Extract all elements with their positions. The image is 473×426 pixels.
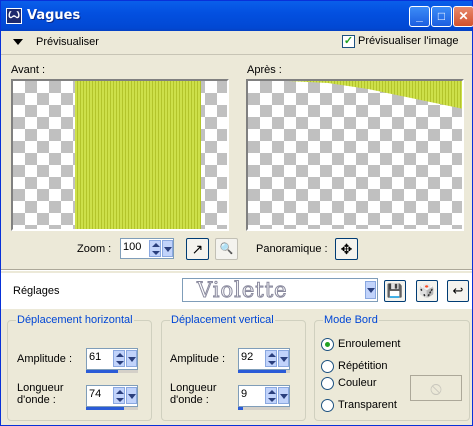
group-title: Mode Bord xyxy=(323,314,379,326)
after-stripe-image xyxy=(288,81,462,109)
vertical-displacement-group: Déplacement vertical Amplitude : 92 Long… xyxy=(161,314,306,421)
v-amplitude-value: 92 xyxy=(241,351,254,363)
group-title: Déplacement vertical xyxy=(170,314,275,326)
zoom-dropdown[interactable] xyxy=(162,240,173,257)
radio-label-color[interactable]: Couleur xyxy=(338,377,377,389)
zoom-input[interactable]: 100 xyxy=(120,238,174,259)
h-wavelength-spinner[interactable] xyxy=(113,387,125,404)
floppy-disk-icon: 💾 xyxy=(386,283,404,298)
h-amplitude-dropdown[interactable] xyxy=(126,350,137,367)
filter-dialog: Ꙍ Vagues _ □ ✕ Prévisualiser ✓ Prévisual… xyxy=(0,0,473,426)
radio-wrap[interactable] xyxy=(321,338,334,351)
zoom-value: 100 xyxy=(123,241,142,253)
preview-image-label[interactable]: Prévisualiser l'image xyxy=(358,35,459,47)
minimize-button[interactable]: _ xyxy=(409,6,430,27)
zoom-actual-button[interactable]: 🔍 xyxy=(215,238,238,260)
h-amplitude-input[interactable]: 61 xyxy=(86,348,138,370)
pan-button[interactable]: ✥ xyxy=(335,238,358,260)
h-wavelength-slider[interactable] xyxy=(86,407,138,410)
edge-color-swatch[interactable]: ⦸ xyxy=(410,375,462,401)
close-button[interactable]: ✕ xyxy=(453,6,473,27)
settings-label: Réglages xyxy=(13,285,60,297)
group-title: Déplacement horizontal xyxy=(16,314,134,326)
divider xyxy=(1,269,472,271)
preset-value: Violette xyxy=(197,278,288,303)
v-wavelength-dropdown[interactable] xyxy=(278,387,289,404)
radio-label-wrap[interactable]: Enroulement xyxy=(338,338,400,350)
preset-dropdown[interactable] xyxy=(365,281,376,299)
radio-color[interactable] xyxy=(321,377,334,390)
before-stripe-image xyxy=(75,81,201,229)
title-bar[interactable]: Ꙍ Vagues _ □ ✕ xyxy=(1,1,473,31)
h-wavelength-value: 74 xyxy=(89,388,102,400)
save-preset-button[interactable]: 💾 xyxy=(384,280,406,302)
v-wavelength-value: 9 xyxy=(241,388,248,400)
v-amplitude-spinner[interactable] xyxy=(265,350,277,367)
amplitude-label: Amplitude : xyxy=(17,353,73,365)
dice-icon: 🎲 xyxy=(418,283,436,298)
preview-toggle-label[interactable]: Prévisualiser xyxy=(36,36,99,48)
before-preview[interactable] xyxy=(11,79,229,231)
randomize-button[interactable]: 🎲 xyxy=(416,280,438,302)
window-title: Vagues xyxy=(27,8,81,23)
no-color-icon: ⦸ xyxy=(430,378,442,398)
wavelength-label-line1: Longueur xyxy=(170,382,217,394)
move-icon: ✥ xyxy=(340,241,353,257)
expand-icon: ↗ xyxy=(191,241,204,257)
horizontal-displacement-group: Déplacement horizontal Amplitude : 61 Lo… xyxy=(7,314,152,421)
h-amplitude-value: 61 xyxy=(89,351,102,363)
radio-repeat[interactable] xyxy=(321,360,334,373)
zoom-fit-button[interactable]: ↗ xyxy=(186,238,209,260)
after-label: Après : xyxy=(247,64,282,76)
pan-label: Panoramique : xyxy=(256,243,328,255)
v-wavelength-input[interactable]: 9 xyxy=(238,385,290,407)
h-amplitude-slider[interactable] xyxy=(86,370,138,373)
maximize-button[interactable]: □ xyxy=(431,6,452,27)
amplitude-label: Amplitude : xyxy=(170,353,226,365)
h-amplitude-spinner[interactable] xyxy=(113,350,125,367)
collapse-triangle-icon[interactable] xyxy=(13,39,23,45)
edge-mode-group: Mode Bord Enroulement Répétition Couleur… xyxy=(314,314,470,421)
v-amplitude-input[interactable]: 92 xyxy=(238,348,290,370)
preset-select[interactable]: Violette xyxy=(182,278,378,303)
h-wavelength-input[interactable]: 74 xyxy=(86,385,138,407)
paintshop-icon[interactable]: Ꙍ xyxy=(6,8,22,24)
preview-toggle-row: Prévisualiser ✓ Prévisualiser l'image xyxy=(1,31,472,55)
chevron-down-icon xyxy=(164,247,172,252)
after-preview[interactable] xyxy=(246,79,464,231)
h-wavelength-dropdown[interactable] xyxy=(126,387,137,404)
v-amplitude-dropdown[interactable] xyxy=(278,350,289,367)
wavelength-label-line2: d'onde : xyxy=(170,394,209,406)
zoom-spinner[interactable] xyxy=(149,240,161,257)
magnifier-icon: 🔍 xyxy=(219,243,234,255)
radio-label-transparent[interactable]: Transparent xyxy=(338,399,397,411)
v-wavelength-slider[interactable] xyxy=(238,407,290,410)
radio-label-repeat[interactable]: Répétition xyxy=(338,360,388,372)
settings-bar: Réglages Violette 💾 🎲 ↩ xyxy=(1,273,472,309)
wavelength-label-line1: Longueur xyxy=(17,382,64,394)
radio-transparent[interactable] xyxy=(321,399,334,412)
v-amplitude-slider[interactable] xyxy=(238,370,290,373)
wavelength-label-line2: d'onde : xyxy=(17,394,56,406)
zoom-label: Zoom : xyxy=(77,243,112,255)
preview-image-checkbox[interactable]: ✓ xyxy=(342,35,355,48)
undo-arrow-icon: ↩ xyxy=(452,283,464,298)
chevron-down-icon xyxy=(367,288,375,293)
reset-button[interactable]: ↩ xyxy=(447,280,469,302)
v-wavelength-spinner[interactable] xyxy=(265,387,277,404)
before-label: Avant : xyxy=(11,64,46,76)
